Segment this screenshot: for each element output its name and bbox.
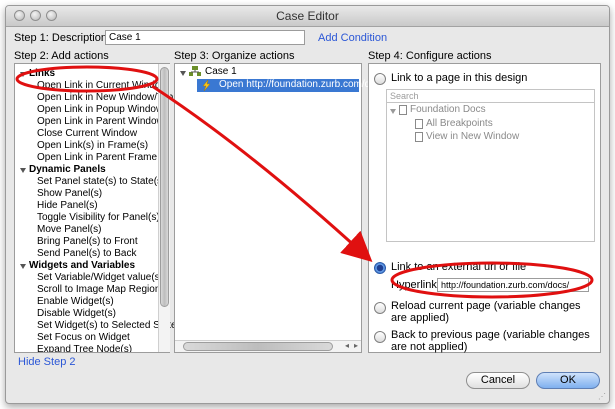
annotation-arrow [151, 84, 373, 263]
annotation-ellipse-target [390, 261, 594, 299]
annotation-ellipse-source [15, 65, 159, 93]
annotation-overlay [15, 65, 594, 299]
